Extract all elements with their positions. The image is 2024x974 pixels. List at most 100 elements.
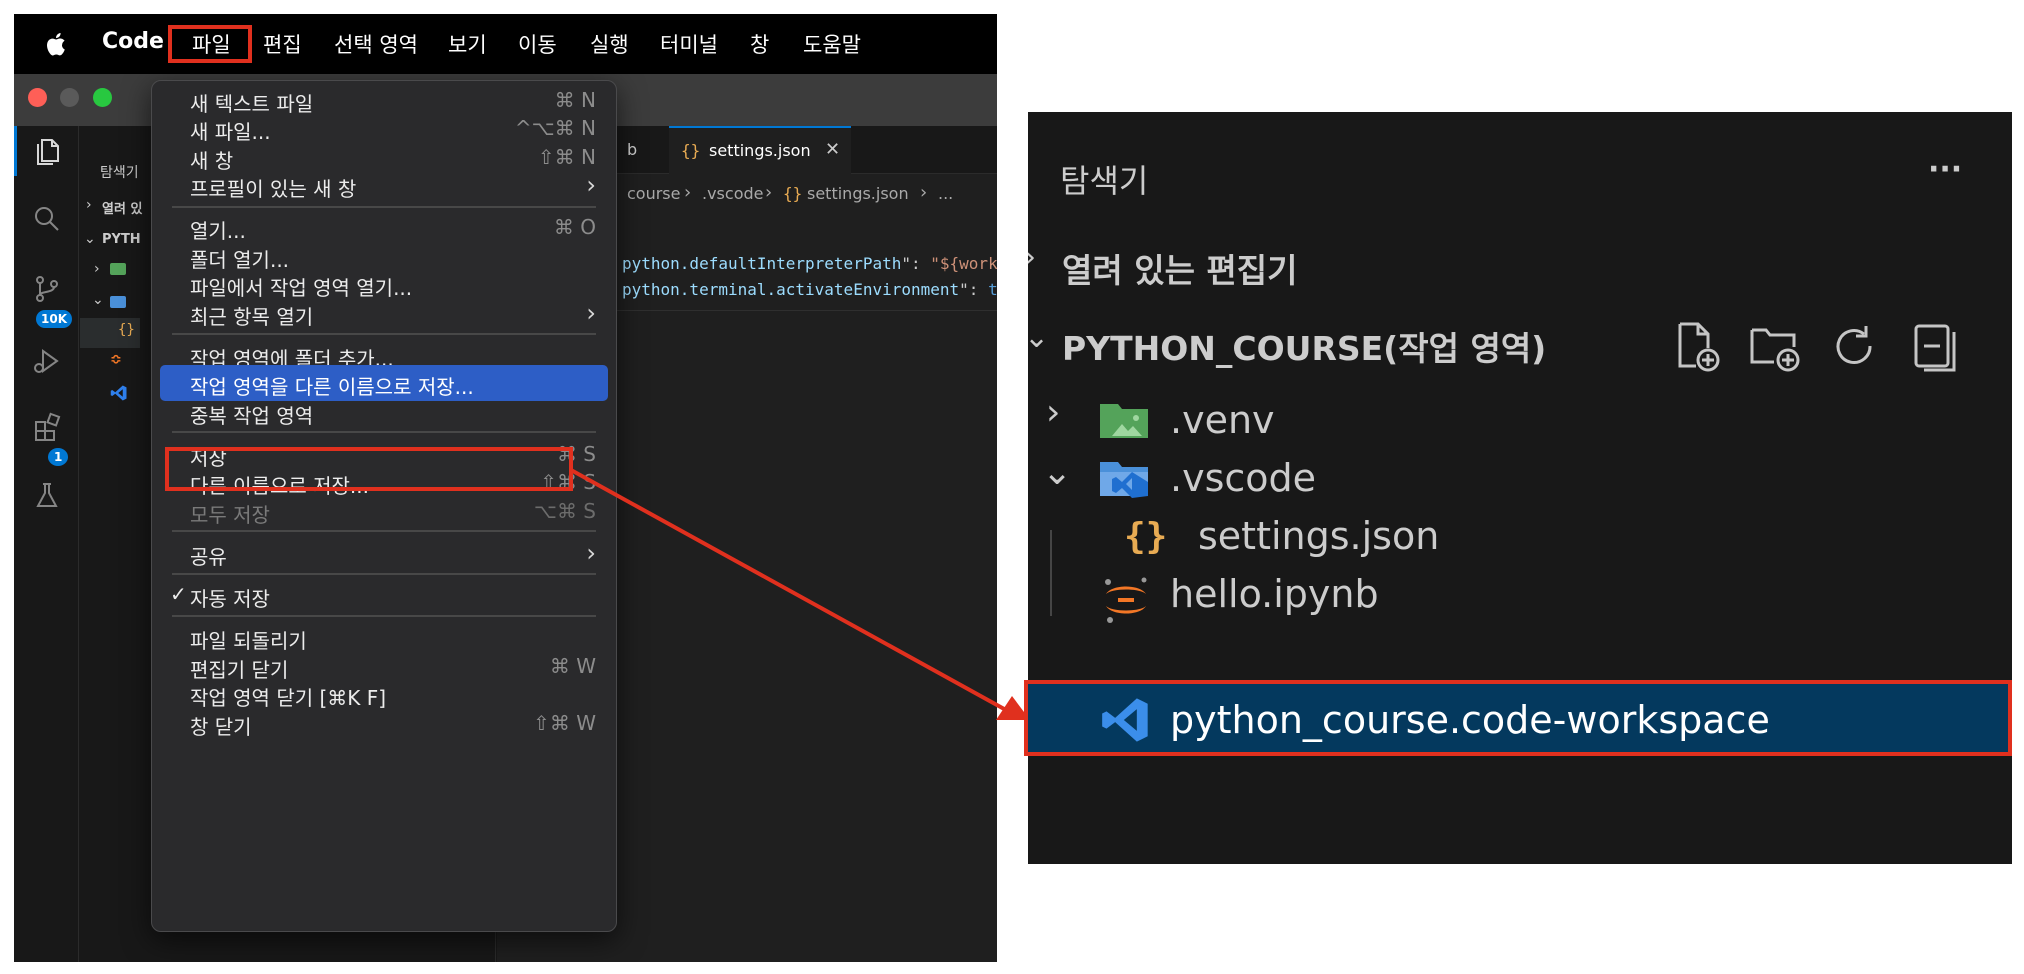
json-key: python.defaultInterpreterPath	[622, 254, 902, 273]
menubar-run[interactable]: 실행	[590, 29, 629, 59]
menu-item-new-window-with-profile[interactable]: 프로필이 있는 새 창 ›	[160, 167, 608, 203]
apple-logo-icon[interactable]	[44, 30, 70, 58]
code-line[interactable]: python.terminal.activateEnvironment": t	[622, 280, 997, 299]
menu-separator	[172, 206, 596, 208]
menubar-view[interactable]: 보기	[448, 29, 487, 59]
explorer-title: 탐색기	[1060, 162, 1149, 200]
json-braces-icon: {}	[1124, 516, 1168, 557]
close-tab-icon[interactable]: ✕	[825, 139, 840, 160]
tree-item-label[interactable]: settings.json	[1198, 514, 1439, 558]
chevron-down-icon[interactable]: ⌄	[1028, 320, 1049, 355]
menu-separator	[172, 333, 596, 335]
workspace-section[interactable]: PYTHON_COURSE(작업 영역)	[1062, 322, 1546, 370]
menubar-selection[interactable]: 선택 영역	[334, 29, 418, 59]
menu-item-share[interactable]: 공유 ›	[160, 535, 608, 571]
workspace-section[interactable]: PYTH	[102, 232, 141, 247]
close-window-button[interactable]	[28, 88, 47, 107]
breadcrumb-separator-icon: ›	[684, 182, 692, 203]
breadcrumb-item[interactable]: .vscode	[702, 184, 763, 203]
collapse-all-icon[interactable]	[1908, 318, 1960, 374]
zoom-window-button[interactable]	[93, 88, 112, 107]
minimize-window-button[interactable]	[60, 88, 79, 107]
chevron-right-icon[interactable]: ›	[1046, 392, 1060, 433]
open-editors-section[interactable]: 열려 있는 편집기	[1062, 244, 1298, 292]
json-value: t	[988, 280, 997, 299]
chevron-right-icon: ›	[586, 299, 596, 327]
tree-item-label[interactable]: hello.ipynb	[1170, 572, 1379, 616]
menu-separator	[172, 573, 596, 575]
folder-green-icon	[110, 263, 126, 275]
menu-separator	[172, 615, 596, 617]
open-editors-section[interactable]: 열려 있	[102, 198, 142, 217]
run-debug-activity[interactable]	[14, 336, 79, 386]
new-folder-icon[interactable]	[1748, 318, 1804, 374]
chevron-right-icon: ›	[586, 539, 596, 567]
indent-guide	[1050, 530, 1052, 616]
chevron-down-icon[interactable]: ⌄	[84, 231, 96, 247]
activity-bar: 10K 1	[14, 126, 79, 962]
json-key: python.terminal.activateEnvironment	[622, 280, 960, 299]
chevron-right-icon[interactable]: ›	[86, 197, 92, 213]
folder-green-icon	[1100, 404, 1148, 438]
extensions-icon	[34, 412, 60, 441]
scm-badge: 10K	[36, 310, 72, 328]
menubar-go[interactable]: 이동	[518, 29, 557, 59]
menu-item-save-all: 모두 저장 ⌥⌘ S	[190, 499, 596, 527]
breadcrumb-item[interactable]: course	[627, 184, 680, 203]
files-icon	[37, 139, 59, 165]
more-actions-icon[interactable]: ···	[1928, 152, 1962, 187]
vscode-logo-icon	[110, 385, 127, 401]
run-debug-icon	[33, 349, 59, 373]
menubar-help[interactable]: 도움말	[803, 29, 861, 59]
chevron-right-icon[interactable]: ›	[1028, 240, 1036, 275]
extensions-activity[interactable]	[14, 402, 79, 452]
menu-item-duplicate-workspace[interactable]: 중복 작업 영역	[160, 394, 608, 430]
source-control-icon	[35, 276, 58, 302]
explorer-activity[interactable]	[14, 126, 79, 176]
source-control-activity[interactable]	[14, 264, 79, 314]
jupyter-icon	[1105, 577, 1147, 623]
json-braces-icon: {}	[118, 322, 135, 338]
breadcrumb-item[interactable]: settings.json	[807, 184, 909, 203]
code-line[interactable]: python.defaultInterpreterPath": "${work	[622, 254, 997, 273]
chevron-right-icon: ›	[586, 171, 596, 199]
menubar-terminal[interactable]: 터미널	[660, 29, 718, 59]
chevron-right-icon[interactable]: ›	[94, 261, 100, 277]
menubar-edit[interactable]: 편집	[263, 29, 302, 59]
menubar-app-name[interactable]: Code	[102, 29, 164, 54]
testing-activity[interactable]	[14, 470, 79, 520]
chevron-down-icon[interactable]: ⌄	[92, 292, 104, 308]
folder-vscode-icon	[110, 296, 126, 308]
menu-item-close-window[interactable]: 창 닫기 ⇧⌘ W	[160, 705, 608, 741]
tab-hello-partial[interactable]: b	[627, 140, 637, 159]
menu-item-auto-save[interactable]: ✓ 자동 저장	[160, 577, 608, 613]
file-menu: 새 텍스트 파일 ⌘ N 새 파일... ^⌥⌘ N 새 창 ⇧⌘ N 프로필이 있는…	[151, 80, 617, 932]
search-icon	[34, 207, 59, 231]
json-sep: :	[968, 280, 989, 299]
tab-label: settings.json	[709, 141, 811, 160]
json-braces-icon: {}	[681, 141, 701, 160]
highlight-save-workspace-as	[165, 447, 573, 491]
new-file-icon[interactable]	[1672, 318, 1724, 374]
folder-vscode-icon	[1100, 462, 1148, 498]
search-activity[interactable]	[14, 194, 79, 244]
tab-settings-json[interactable]: {} settings.json ✕	[669, 126, 851, 174]
tree-item-label[interactable]: .vscode	[1170, 456, 1316, 500]
json-sep: :	[911, 254, 931, 273]
flask-icon	[35, 483, 58, 507]
extensions-badge: 1	[48, 448, 69, 466]
macos-menubar: Code 파일 편집 선택 영역 보기 이동 실행 터미널 창 도움말	[14, 14, 997, 74]
breadcrumb-separator-icon: ›	[920, 182, 928, 203]
refresh-icon[interactable]	[1828, 320, 1880, 372]
highlight-workspace-file	[1024, 680, 2012, 756]
json-value: "${work	[930, 254, 997, 273]
jupyter-icon: ≎	[110, 352, 122, 368]
menu-separator	[172, 530, 596, 532]
chevron-down-icon[interactable]: ⌄	[1042, 452, 1072, 493]
highlight-file-menu	[168, 25, 252, 63]
breadcrumb-item[interactable]: ...	[938, 184, 953, 203]
menubar-window[interactable]: 창	[750, 29, 769, 59]
menu-separator	[172, 431, 596, 433]
tree-item-label[interactable]: .venv	[1170, 398, 1275, 442]
menu-item-open-recent[interactable]: 최근 항목 열기 ›	[160, 295, 608, 331]
